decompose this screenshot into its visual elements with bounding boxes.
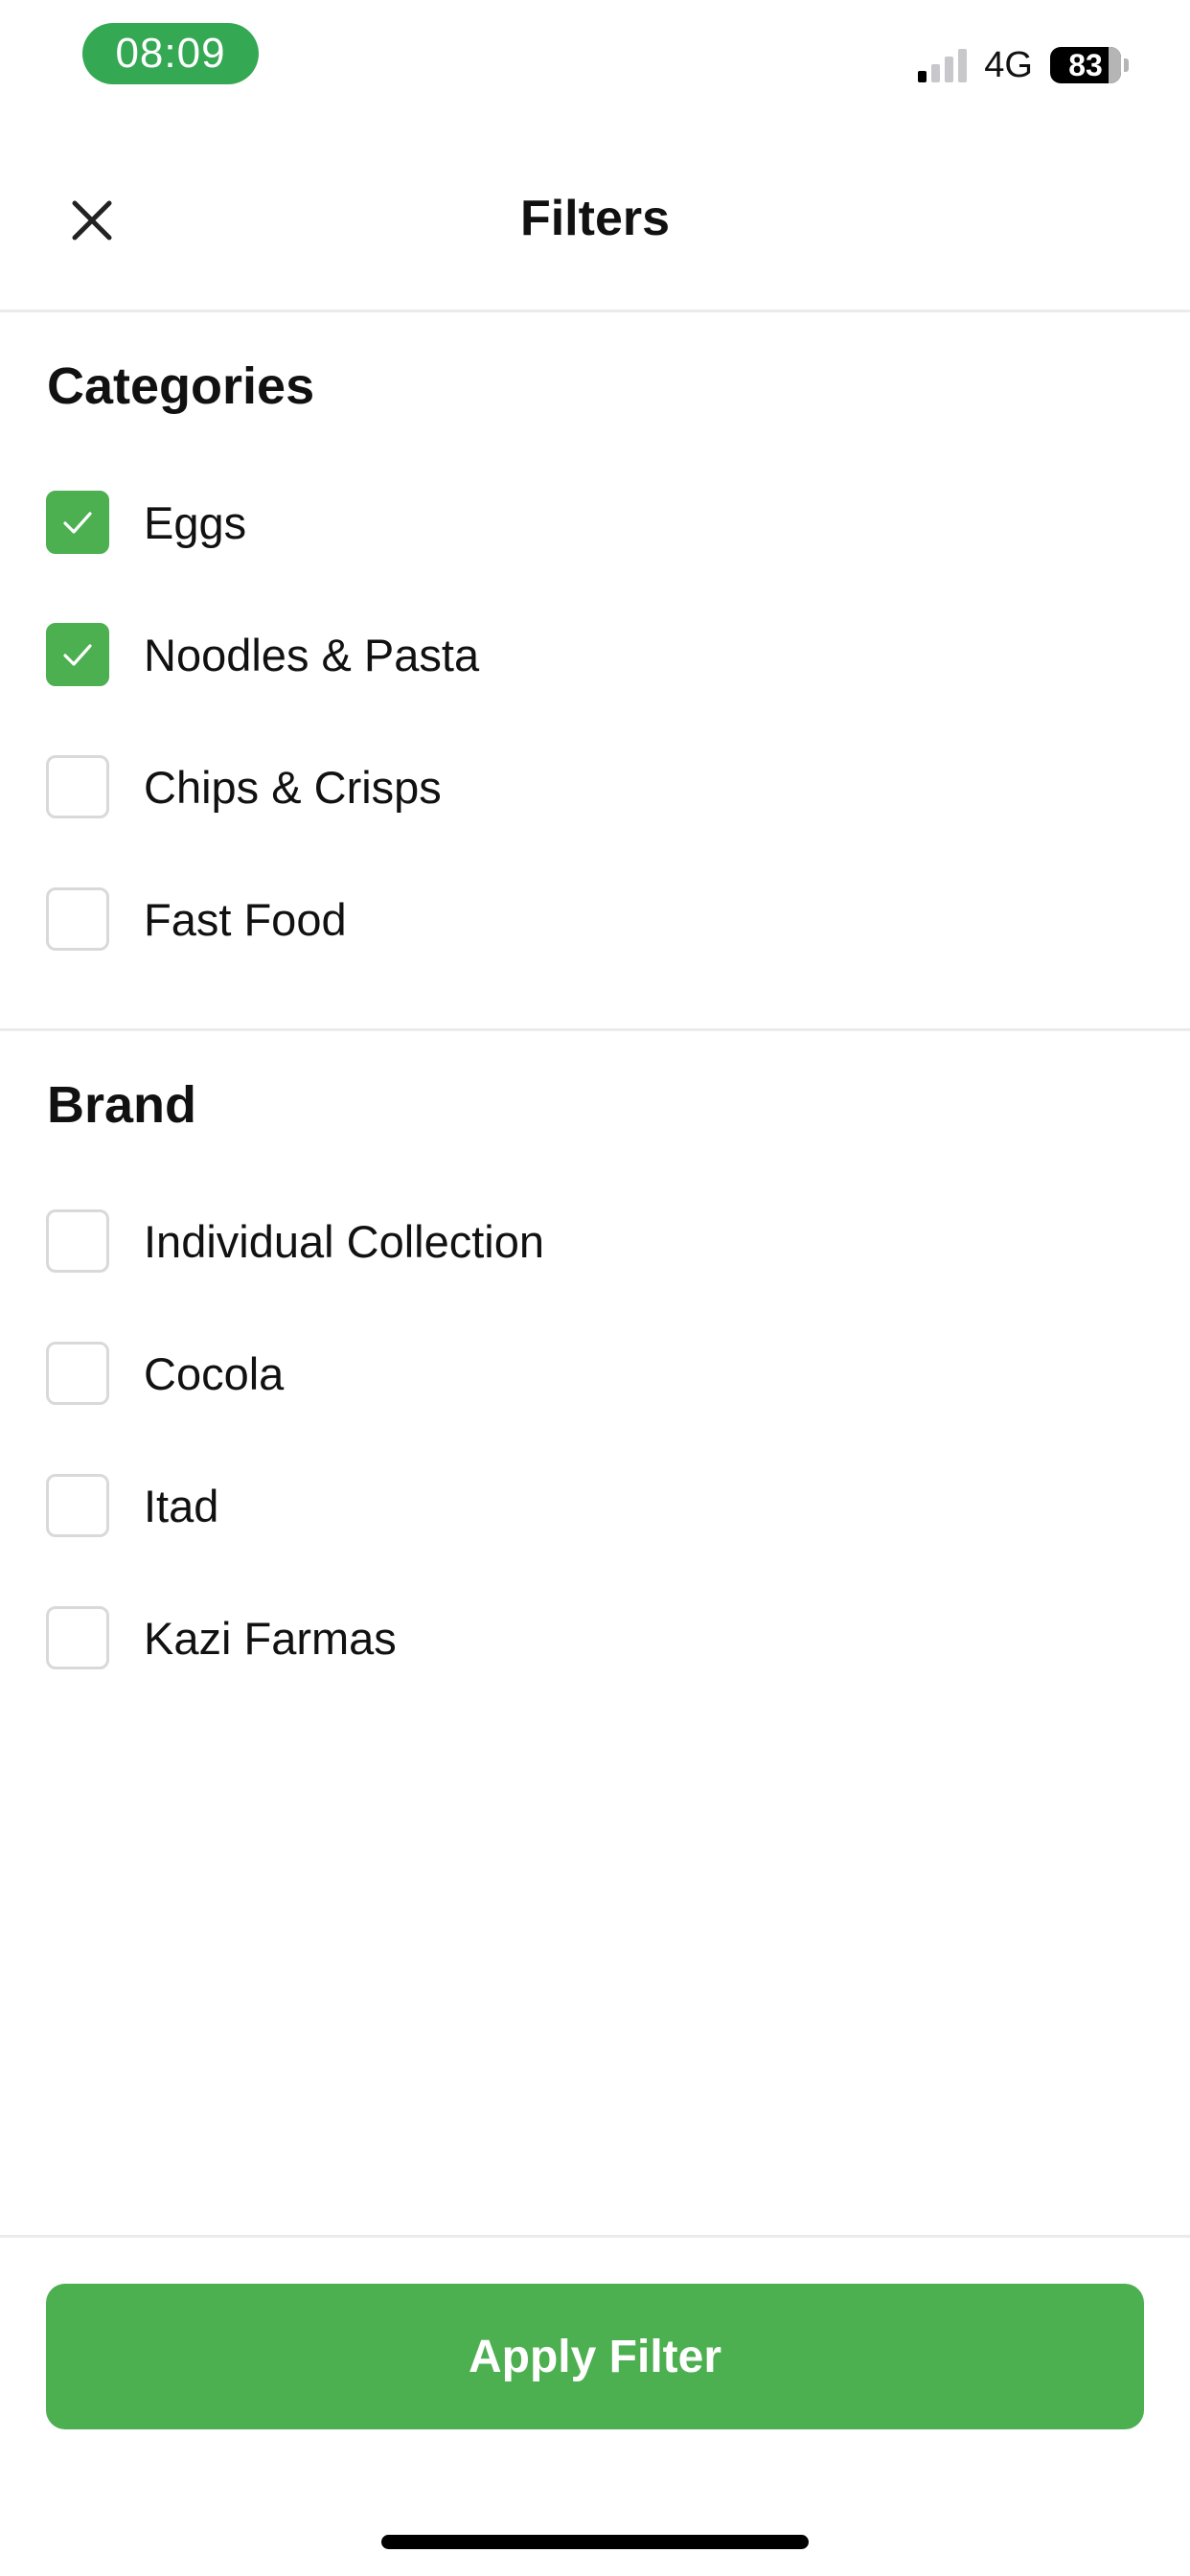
option-label: Individual Collection	[144, 1215, 545, 1267]
status-time: 08:09	[82, 23, 259, 84]
option-label: Fast Food	[144, 893, 347, 945]
checkbox[interactable]	[46, 1474, 109, 1537]
brand-title: Brand	[47, 1076, 197, 1134]
option-label: Noodles & Pasta	[144, 629, 480, 680]
page-title: Filters	[519, 191, 671, 246]
checkmark-icon	[63, 512, 92, 534]
checkbox[interactable]	[46, 887, 109, 951]
categories-option[interactable]: Fast Food	[46, 886, 347, 953]
categories-option[interactable]: Chips & Crisps	[46, 753, 442, 820]
categories-option[interactable]: Noodles & Pasta	[46, 621, 479, 688]
option-label: Itad	[144, 1480, 219, 1531]
filters-screen: 08:09 4G 83 Filters Categories Eggs Noodl…	[0, 0, 1190, 2576]
checkbox[interactable]	[46, 755, 109, 818]
categories-title: Categories	[47, 357, 315, 415]
battery-cap	[1124, 58, 1129, 72]
option-label: Kazi Farmas	[144, 1612, 397, 1664]
checkbox[interactable]	[46, 1342, 109, 1405]
brand-option[interactable]: Kazi Farmas	[46, 1604, 397, 1671]
brand-option[interactable]: Itad	[46, 1472, 218, 1539]
option-label: Chips & Crisps	[144, 761, 442, 813]
categories-option[interactable]: Eggs	[46, 489, 246, 556]
checkbox-checked[interactable]	[46, 491, 109, 554]
battery-level: 83	[1068, 47, 1103, 82]
network-type: 4G	[984, 44, 1033, 85]
apply-filter-button[interactable]: Apply Filter	[46, 2284, 1144, 2429]
checkmark-icon	[63, 644, 92, 666]
option-label: Eggs	[144, 496, 247, 548]
header: Filters	[0, 144, 1190, 310]
battery-icon: 83	[1050, 47, 1121, 83]
brand-option[interactable]: Cocola	[46, 1340, 284, 1407]
checkbox[interactable]	[46, 1209, 109, 1273]
home-indicator	[381, 2535, 809, 2549]
checkbox-checked[interactable]	[46, 623, 109, 686]
section-divider	[0, 1028, 1190, 1031]
header-divider	[0, 310, 1190, 312]
signal-icon	[918, 48, 968, 82]
checkbox[interactable]	[46, 1606, 109, 1669]
brand-option[interactable]: Individual Collection	[46, 1208, 544, 1275]
footer-divider	[0, 2235, 1190, 2238]
option-label: Cocola	[144, 1347, 285, 1399]
status-indicators: 4G 83	[918, 42, 1129, 88]
